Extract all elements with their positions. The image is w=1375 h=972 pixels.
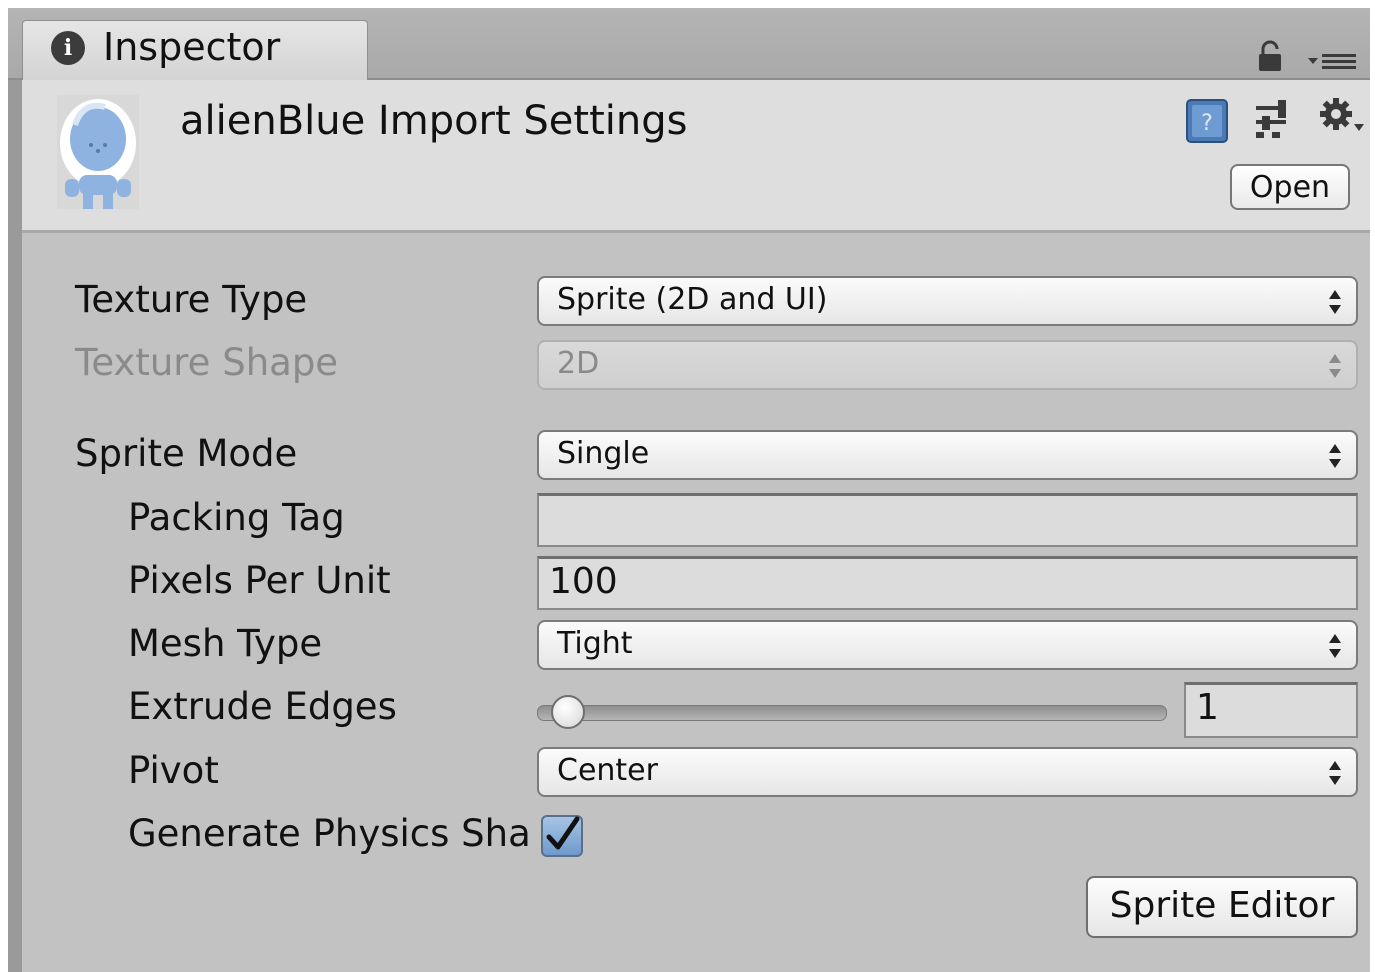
open-button[interactable]: Open (1230, 164, 1350, 210)
mesh-type-dropdown[interactable]: Tight (537, 620, 1358, 670)
generate-physics-shape-label: Generate Physics Shape (128, 812, 533, 855)
tab-inspector[interactable]: i Inspector (22, 20, 368, 81)
texture-type-value: Sprite (2D and UI) (557, 282, 828, 317)
packing-tag-label: Packing Tag (128, 496, 345, 539)
extrude-edges-slider-track[interactable] (537, 705, 1167, 721)
pixels-per-unit-value: 100 (549, 561, 618, 602)
asset-thumbnail (57, 95, 139, 209)
texture-type-dropdown[interactable]: Sprite (2D and UI) (537, 276, 1358, 326)
extrude-edges-slider-thumb[interactable] (551, 695, 585, 729)
sprite-mode-label: Sprite Mode (75, 432, 298, 475)
tab-label: Inspector (103, 25, 281, 69)
dropdown-arrows-icon (1329, 761, 1341, 785)
dropdown-arrows-icon (1329, 444, 1341, 468)
preset-icon[interactable] (1254, 100, 1290, 140)
extrude-edges-field[interactable]: 1 (1184, 682, 1358, 738)
mesh-type-value: Tight (557, 626, 633, 661)
lock-icon[interactable] (1256, 40, 1284, 72)
extrude-edges-value: 1 (1196, 687, 1219, 728)
sprite-editor-button[interactable]: Sprite Editor (1086, 876, 1358, 938)
info-icon: i (51, 31, 85, 65)
svg-text:?: ? (1201, 111, 1213, 136)
texture-type-label: Texture Type (75, 278, 308, 321)
texture-shape-value: 2D (557, 346, 600, 381)
window-left-border (8, 70, 22, 972)
texture-shape-label: Texture Shape (75, 341, 339, 384)
panel-menu-icon[interactable] (1306, 48, 1358, 74)
pivot-value: Center (557, 753, 658, 788)
texture-shape-dropdown: 2D (537, 340, 1358, 390)
checkmark-icon (546, 816, 580, 850)
inspector-header: alienBlue Import Settings ? Open (22, 80, 1370, 233)
dropdown-arrows-icon (1329, 634, 1341, 658)
gear-icon[interactable] (1314, 94, 1366, 144)
pixels-per-unit-label: Pixels Per Unit (128, 559, 391, 602)
extrude-edges-label: Extrude Edges (128, 685, 397, 728)
pixels-per-unit-field[interactable]: 100 (537, 556, 1358, 610)
dropdown-arrows-icon (1329, 290, 1341, 314)
help-icon[interactable]: ? (1184, 96, 1230, 146)
generate-physics-shape-checkbox[interactable] (541, 815, 583, 857)
dropdown-arrows-icon (1329, 354, 1341, 378)
pivot-dropdown[interactable]: Center (537, 747, 1358, 797)
sprite-mode-value: Single (557, 436, 650, 471)
packing-tag-field[interactable] (537, 493, 1358, 547)
asset-title: alienBlue Import Settings (180, 98, 688, 144)
mesh-type-label: Mesh Type (128, 622, 323, 665)
pivot-label: Pivot (128, 749, 219, 792)
sprite-mode-dropdown[interactable]: Single (537, 430, 1358, 480)
